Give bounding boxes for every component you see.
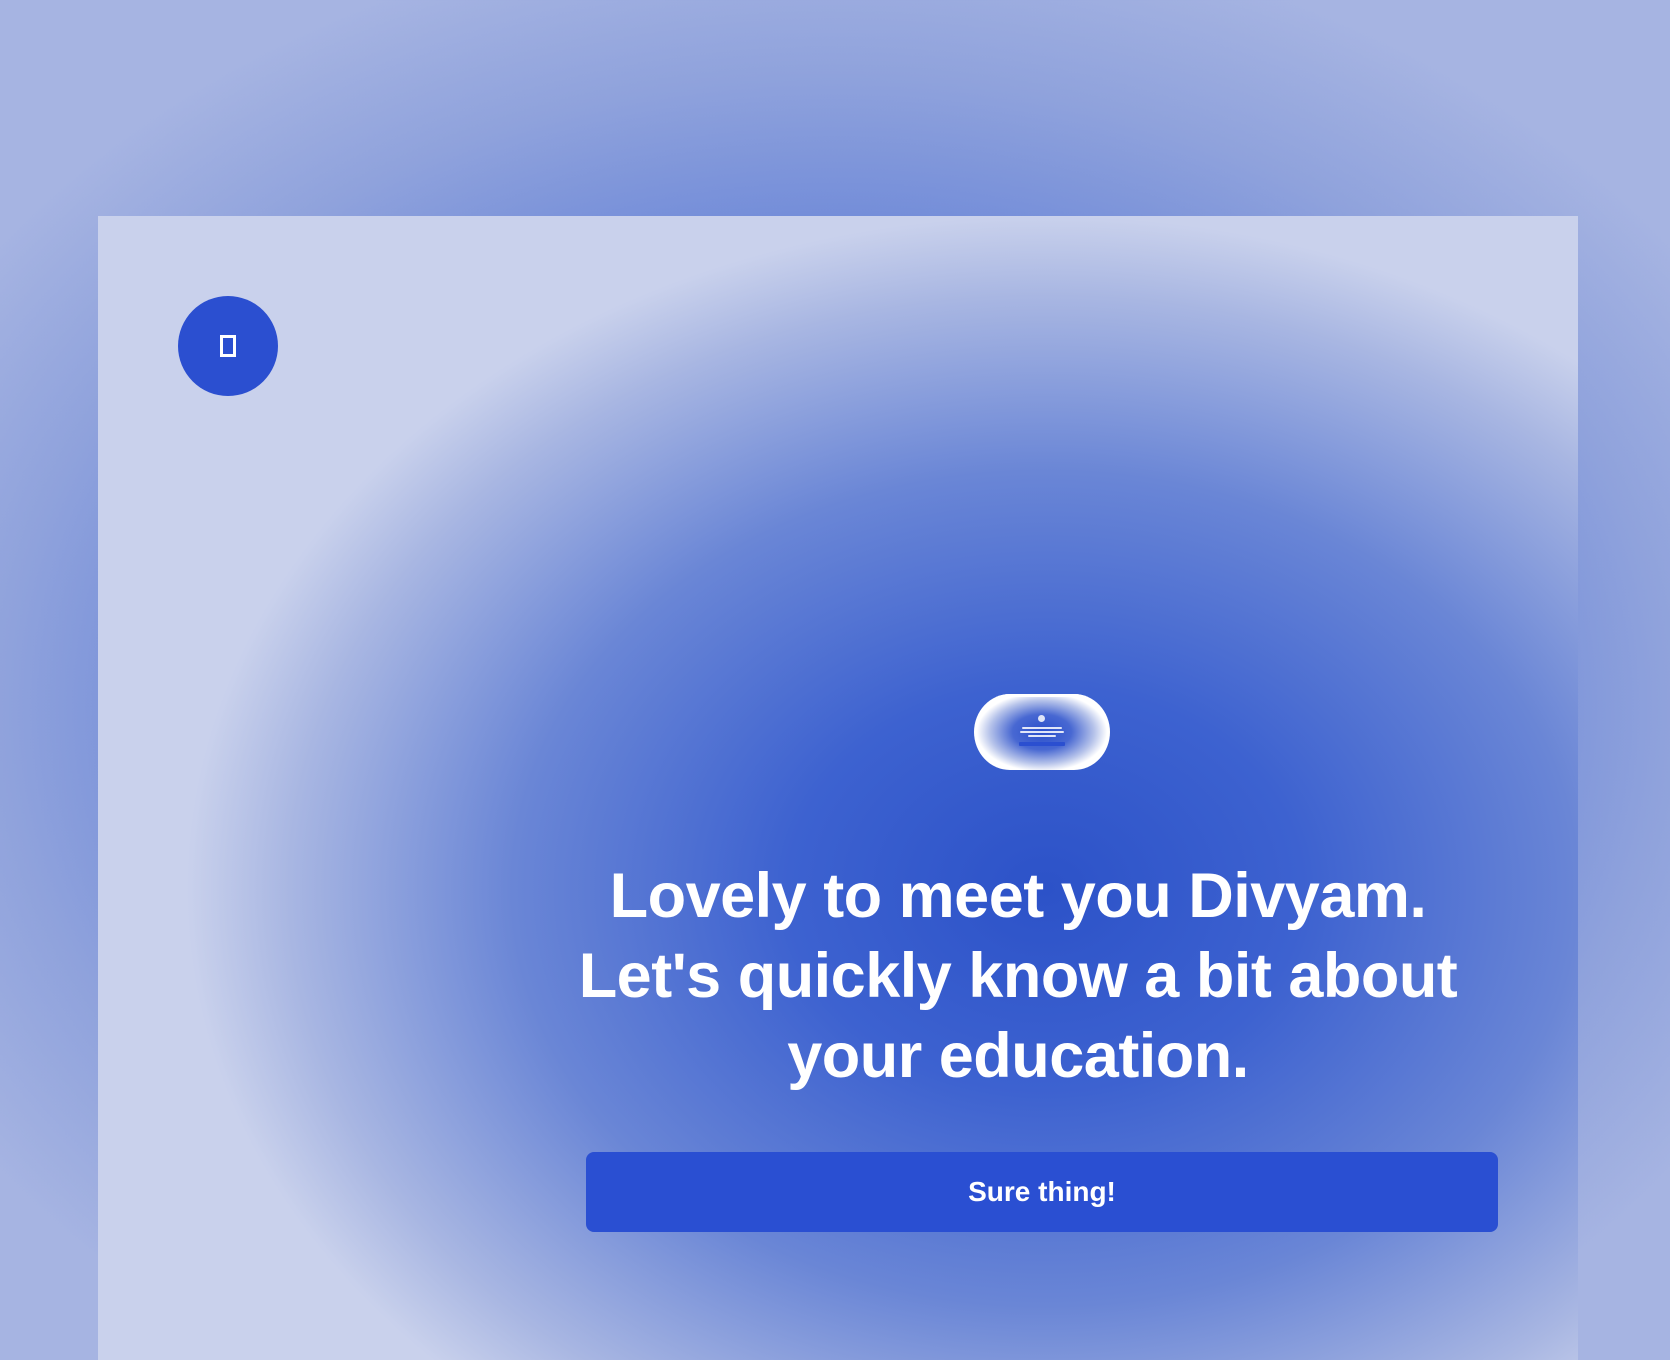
preview-notch [992,694,1092,697]
preview-button [1019,742,1065,746]
headline-line: Let's quickly know a bit about [578,941,1458,1011]
preview-logo [1038,715,1045,722]
screen-preview-thumbnail [974,694,1110,770]
brand-logo-icon [220,335,236,357]
preview-text-line [1028,735,1056,737]
preview-text-line [1022,727,1062,729]
preview-text-line [1020,731,1064,733]
welcome-headline: Lovely to meet you Divyam. Let's quickly… [578,856,1458,1096]
headline-line: Lovely to meet you Divyam. [609,861,1427,931]
headline-line: your education. [787,1021,1249,1091]
onboarding-card: Lovely to meet you Divyam. Let's quickly… [98,216,1578,1360]
sure-thing-button[interactable]: Sure thing! [586,1152,1498,1232]
brand-logo [178,296,278,396]
preview-dot [982,700,986,704]
